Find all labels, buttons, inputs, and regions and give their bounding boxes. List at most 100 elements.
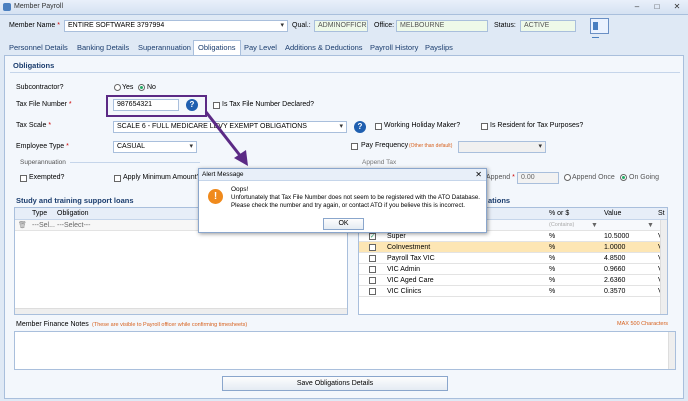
- row-value: 0.9660: [604, 266, 626, 273]
- apply-minimum-label: Apply Minimum Amount?: [123, 174, 201, 181]
- notes-textarea[interactable]: [14, 331, 676, 370]
- append-amount-input[interactable]: 0.00: [517, 172, 559, 184]
- oblig-vertical-scrollbar[interactable]: [660, 220, 667, 314]
- tfn-declared-label: Is Tax File Number Declared?: [222, 101, 315, 108]
- row-pct: %: [549, 255, 556, 262]
- loans-horizontal-scrollbar[interactable]: [15, 308, 347, 314]
- minimize-button[interactable]: –: [627, 1, 647, 13]
- notes-label: Member Finance Notes: [16, 321, 89, 328]
- row-pct: %: [549, 244, 556, 251]
- row-checkbox[interactable]: [369, 244, 376, 251]
- alert-heading: Oops!: [231, 186, 249, 193]
- subcontractor-no-radio[interactable]: [138, 84, 145, 91]
- row-checkbox[interactable]: ✓: [369, 233, 376, 240]
- save-obligations-button[interactable]: Save Obligations Details: [222, 376, 448, 391]
- apply-minimum-checkbox[interactable]: [114, 175, 121, 182]
- employee-type-select[interactable]: CASUAL: [113, 141, 197, 153]
- oblig-row[interactable]: VIC Admin%0.9660VI: [359, 264, 667, 275]
- tfn-declared-checkbox[interactable]: [213, 102, 220, 109]
- tfn-label: Tax File Number *: [16, 101, 72, 108]
- row-value: 4.8500: [604, 255, 626, 262]
- row-pct: %: [549, 266, 556, 273]
- value-filter-icon[interactable]: ▼: [647, 220, 654, 231]
- status-field: ACTIVE: [520, 20, 576, 32]
- row-checkbox[interactable]: [369, 255, 376, 262]
- tab-personnel-details[interactable]: Personnel Details: [9, 41, 68, 55]
- title-bar: Member Payroll – □ ✕: [0, 0, 688, 15]
- append-label: Append *: [486, 174, 515, 181]
- row-value: 0.3570: [604, 288, 626, 295]
- oblig-row[interactable]: Payroll Tax VIC%4.8500VI: [359, 253, 667, 264]
- notes-scrollbar[interactable]: [668, 332, 675, 369]
- notes-hint: (These are visible to Payroll officer wh…: [92, 322, 248, 328]
- tab-additions-deductions[interactable]: Additions & Deductions: [285, 41, 363, 55]
- qual-field: ADMINOFFICR: [314, 20, 368, 32]
- row-checkbox[interactable]: [369, 288, 376, 295]
- append-once-label: Append Once: [572, 174, 615, 181]
- exempted-checkbox[interactable]: [20, 175, 27, 182]
- loans-title: Study and training support loans: [16, 196, 134, 205]
- oblig-row[interactable]: VIC Clinics%0.3570VI: [359, 286, 667, 297]
- col-pct: % or $: [549, 210, 570, 217]
- trash-icon[interactable]: 🗑: [18, 220, 27, 231]
- oblig-grid-title: ations: [488, 196, 511, 205]
- on-going-radio[interactable]: [620, 174, 627, 181]
- close-button[interactable]: ✕: [667, 1, 687, 13]
- row-checkbox[interactable]: [369, 266, 376, 273]
- window-title: Member Payroll: [14, 3, 64, 10]
- pay-frequency-hint: (Other than default): [409, 143, 453, 149]
- loan-obligation-select[interactable]: ---Select---: [57, 220, 90, 231]
- qual-label: Qual.:: [292, 22, 311, 29]
- yes-label: Yes: [122, 84, 134, 91]
- warning-icon: !: [208, 189, 223, 204]
- resident-checkbox[interactable]: [481, 123, 488, 130]
- tfn-input[interactable]: 987654321: [113, 99, 179, 111]
- col-type: Type: [32, 210, 48, 217]
- alert-close-button[interactable]: ✕: [475, 169, 482, 181]
- subcontractor-yes-radio[interactable]: [114, 84, 121, 91]
- alert-ok-button[interactable]: OK: [323, 218, 364, 230]
- row-name: VIC Admin: [387, 266, 421, 273]
- tab-payroll-history[interactable]: Payroll History: [370, 41, 418, 55]
- row-pct: %: [549, 277, 556, 284]
- row-value: 10.5000: [604, 233, 630, 240]
- exempted-label: Exempted?: [29, 174, 65, 181]
- tab-pay-level[interactable]: Pay Level: [244, 41, 277, 55]
- loan-type-select[interactable]: ---Sel...: [32, 220, 55, 231]
- row-checkbox[interactable]: [369, 277, 376, 284]
- tax-scale-help-icon[interactable]: ?: [354, 121, 366, 133]
- pay-frequency-label: Pay Frequency: [361, 142, 409, 149]
- row-value: 2.6360: [604, 277, 626, 284]
- employee-type-label: Employee Type *: [16, 143, 69, 150]
- append-once-radio[interactable]: [564, 174, 571, 181]
- alert-title-bar: Alert Message ✕: [199, 169, 486, 181]
- row-name: VIC Aged Care: [387, 277, 434, 284]
- maximize-button[interactable]: □: [647, 1, 667, 13]
- pay-frequency-checkbox[interactable]: [351, 143, 358, 150]
- member-name-select[interactable]: ENTIRE SOFTWARE 3797994: [64, 20, 288, 32]
- row-name: CoInvestment: [387, 244, 431, 251]
- member-name-label: Member Name *: [9, 22, 60, 29]
- on-going-label: On Going: [629, 174, 659, 181]
- obligations-section-title: Obligations: [13, 61, 55, 70]
- pct-filter-icon[interactable]: ▼: [591, 220, 598, 231]
- row-pct: %: [549, 233, 556, 240]
- tab-banking-details[interactable]: Banking Details: [77, 41, 129, 55]
- pay-frequency-select[interactable]: [458, 141, 546, 153]
- superannuation-group-label: Superannuation: [20, 159, 66, 166]
- tab-superannuation[interactable]: Superannuation: [138, 41, 191, 55]
- alert-line-1: Unfortunately that Tax File Number does …: [231, 194, 481, 201]
- oblig-row[interactable]: VIC Aged Care%2.6360VI: [359, 275, 667, 286]
- alert-dialog: Alert Message ✕ ! Oops! Unfortunately th…: [198, 168, 487, 233]
- oblig-row[interactable]: CoInvestment%1.0000VI: [359, 242, 667, 253]
- notes-max-hint: MAX 500 Characters: [617, 321, 669, 327]
- pct-filter-input[interactable]: (Contains): [549, 220, 574, 231]
- subcontractor-label: Subcontractor?: [16, 84, 64, 91]
- tfn-help-icon[interactable]: ?: [186, 99, 198, 111]
- working-holiday-label: Working Holiday Maker?: [384, 122, 461, 129]
- tab-obligations[interactable]: Obligations: [193, 40, 241, 56]
- col-value: Value: [604, 210, 622, 217]
- tab-payslips[interactable]: Payslips: [425, 41, 453, 55]
- member-card-icon[interactable]: [590, 18, 609, 38]
- working-holiday-checkbox[interactable]: [375, 123, 382, 130]
